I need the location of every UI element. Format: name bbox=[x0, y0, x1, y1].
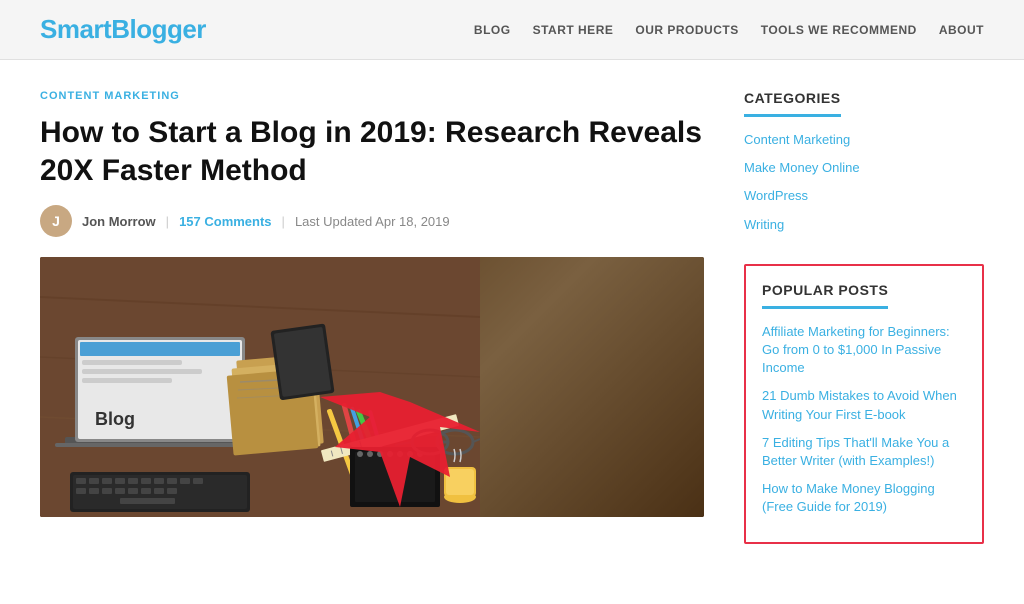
popular-post-4[interactable]: How to Make Money Blogging (Free Guide f… bbox=[762, 480, 966, 516]
popular-posts-list: Affiliate Marketing for Beginners: Go fr… bbox=[762, 323, 966, 517]
svg-text:Blog: Blog bbox=[95, 409, 135, 429]
popular-post-1[interactable]: Affiliate Marketing for Beginners: Go fr… bbox=[762, 323, 966, 378]
category-link-content-marketing[interactable]: Content Marketing bbox=[744, 131, 984, 149]
nav-start-here[interactable]: START HERE bbox=[533, 23, 614, 37]
desk-items-svg: Blog bbox=[40, 257, 480, 517]
logo-text-black: Smart bbox=[40, 14, 111, 44]
categories-list: Content Marketing Make Money Online Word… bbox=[744, 131, 984, 234]
category-link-make-money[interactable]: Make Money Online bbox=[744, 159, 984, 177]
site-logo[interactable]: SmartBlogger bbox=[40, 14, 206, 45]
nav-about[interactable]: ABOUT bbox=[939, 23, 984, 37]
nav-tools-we-recommend[interactable]: TOOLS WE RECOMMEND bbox=[761, 23, 917, 37]
post-meta: J Jon Morrow | 157 Comments | Last Updat… bbox=[40, 205, 704, 237]
main-nav: BLOG START HERE OUR PRODUCTS TOOLS WE RE… bbox=[474, 23, 984, 37]
desk-scene: Blog bbox=[40, 257, 704, 517]
categories-heading: CATEGORIES bbox=[744, 90, 841, 117]
popular-post-3[interactable]: 7 Editing Tips That'll Make You a Better… bbox=[762, 434, 966, 470]
article-category: CONTENT MARKETING bbox=[40, 90, 704, 102]
author-name: Jon Morrow bbox=[82, 214, 156, 229]
author-avatar: J bbox=[40, 205, 72, 237]
categories-section: CATEGORIES Content Marketing Make Money … bbox=[744, 90, 984, 234]
main-container: CONTENT MARKETING How to Start a Blog in… bbox=[0, 60, 1024, 604]
article-hero-image: Blog bbox=[40, 257, 704, 517]
logo-text-blue: Blogger bbox=[111, 14, 206, 44]
popular-post-2[interactable]: 21 Dumb Mistakes to Avoid When Writing Y… bbox=[762, 387, 966, 423]
nav-our-products[interactable]: OUR PRODUCTS bbox=[635, 23, 738, 37]
article-title: How to Start a Blog in 2019: Research Re… bbox=[40, 114, 704, 189]
sidebar: CATEGORIES Content Marketing Make Money … bbox=[744, 90, 984, 574]
last-updated: Last Updated Apr 18, 2019 bbox=[295, 214, 450, 229]
category-link-wordpress[interactable]: WordPress bbox=[744, 187, 984, 205]
popular-posts-heading: POPULAR POSTS bbox=[762, 282, 888, 309]
nav-blog[interactable]: BLOG bbox=[474, 23, 511, 37]
header: SmartBlogger BLOG START HERE OUR PRODUCT… bbox=[0, 0, 1024, 60]
comments-link[interactable]: 157 Comments bbox=[179, 214, 271, 229]
popular-posts-section: POPULAR POSTS Affiliate Marketing for Be… bbox=[744, 264, 984, 545]
content-area: CONTENT MARKETING How to Start a Blog in… bbox=[40, 90, 704, 574]
meta-separator-1: | bbox=[166, 214, 169, 229]
category-link-writing[interactable]: Writing bbox=[744, 216, 984, 234]
meta-separator-2: | bbox=[282, 214, 285, 229]
